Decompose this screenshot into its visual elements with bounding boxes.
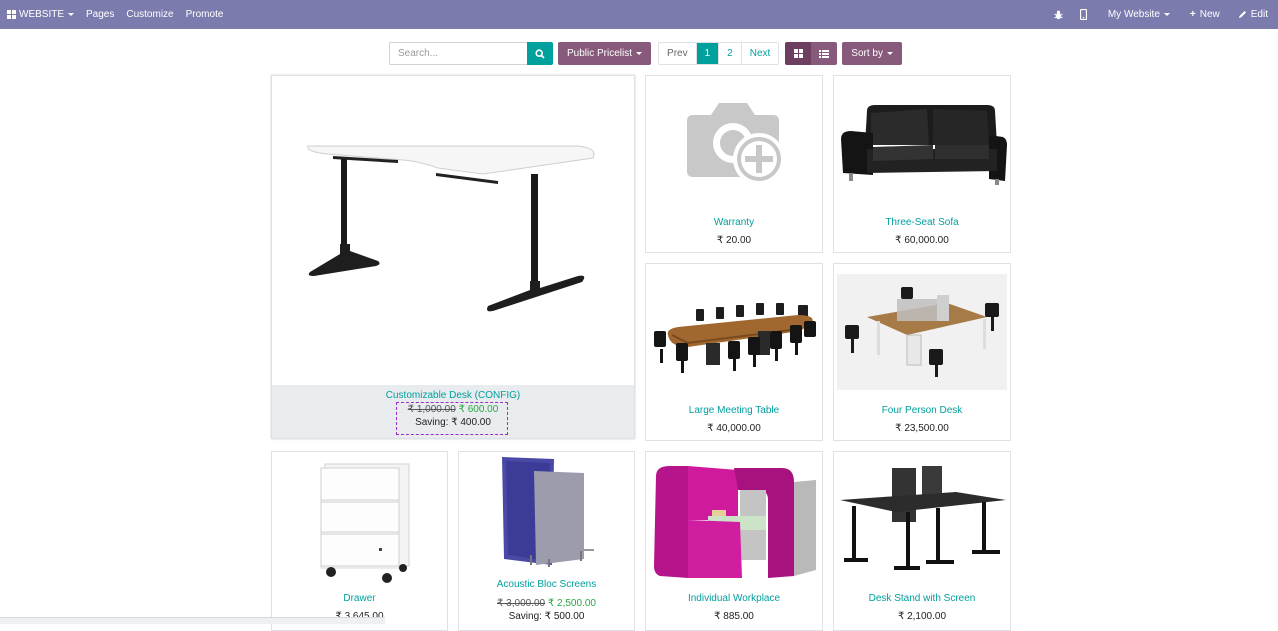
pages-menu[interactable]: Pages <box>80 0 120 29</box>
pager-prev[interactable]: Prev <box>659 43 696 64</box>
product-name[interactable]: Large Meeting Table <box>646 405 822 416</box>
chevron-down-icon <box>68 13 75 16</box>
sofa-illustration <box>841 105 1007 185</box>
desk-illustration <box>307 145 595 312</box>
customize-label: Customize <box>126 9 174 20</box>
meeting-table-image[interactable] <box>646 286 822 386</box>
desk-image[interactable] <box>272 76 634 386</box>
product-price: ₹ 1,000.00 ₹ 600.00 <box>272 404 634 415</box>
product-card[interactable]: Drawer ₹ 3,645.00 <box>271 451 448 631</box>
new-label: New <box>1199 9 1220 20</box>
chevron-down-icon <box>636 52 643 55</box>
product-price: ₹ 3,000.00 ₹ 2,500.00 <box>459 598 634 609</box>
saving-label: Saving: ₹ 500.00 <box>508 611 585 622</box>
product-name[interactable]: Drawer <box>272 593 447 604</box>
view-switcher <box>785 42 838 65</box>
product-name[interactable]: Desk Stand with Screen <box>834 593 1010 604</box>
saving-label: Saving: ₹ 400.00 <box>415 417 491 428</box>
individual-workplace-image[interactable] <box>646 460 822 584</box>
product-price: ₹ 20.00 <box>716 235 752 246</box>
product-name[interactable]: Four Person Desk <box>834 405 1010 416</box>
product-price: ₹ 40,000.00 <box>707 423 761 434</box>
product-card[interactable]: Warranty ₹ 20.00 <box>645 75 823 253</box>
shop-toolbar: Search... Public Pricelist Prev 1 2 Next… <box>389 42 902 65</box>
bug-icon <box>1054 10 1063 19</box>
pencil-icon <box>1238 11 1246 18</box>
product-name[interactable]: Warranty <box>646 217 822 228</box>
product-card[interactable]: Three-Seat Sofa ₹ 60,000.00 <box>833 75 1011 253</box>
product-price: ₹ 60,000.00 <box>895 235 949 246</box>
my-website-menu[interactable]: My Website <box>1098 0 1180 29</box>
product-info-panel: Customizable Desk (CONFIG) ₹ 1,000.00 ₹ … <box>272 385 634 438</box>
camera-plus-icon <box>687 103 785 185</box>
drawer-image[interactable] <box>272 454 447 588</box>
debug-bug-button[interactable] <box>1048 0 1069 29</box>
old-price: ₹ 3,000.00 <box>497 598 546 609</box>
list-view-button[interactable] <box>811 42 838 65</box>
camera-placeholder-icon[interactable] <box>646 90 822 200</box>
promote-label: Promote <box>185 9 224 20</box>
pricelist-label: Public Pricelist <box>567 48 633 59</box>
product-name[interactable]: Customizable Desk (CONFIG) <box>272 390 634 401</box>
individual-workplace-illustration <box>654 466 816 578</box>
promote-menu[interactable]: Promote <box>180 0 230 29</box>
website-label: WEBSITE <box>19 9 65 20</box>
product-card[interactable]: Acoustic Bloc Screens ₹ 3,000.00 ₹ 2,500… <box>458 451 635 631</box>
product-card[interactable]: Desk Stand with Screen ₹ 2,100.00 <box>833 451 1011 631</box>
sort-label: Sort by <box>851 48 883 59</box>
mobile-preview-button[interactable] <box>1069 0 1098 29</box>
four-person-desk-illustration <box>845 287 999 377</box>
grid-view-icon <box>793 49 803 58</box>
product-card[interactable]: Customizable Desk (CONFIG) ₹ 1,000.00 ₹ … <box>271 75 635 439</box>
new-button[interactable]: + New <box>1180 0 1230 29</box>
my-website-label: My Website <box>1107 9 1160 20</box>
desk-stand-illustration <box>840 466 1006 570</box>
edit-button[interactable]: Edit <box>1230 0 1276 29</box>
old-price: ₹ 1,000.00 <box>407 404 456 415</box>
meeting-table-illustration <box>654 303 816 373</box>
product-name[interactable]: Three-Seat Sofa <box>834 217 1010 228</box>
edit-label: Edit <box>1250 9 1268 20</box>
sale-price: ₹ 600.00 <box>458 404 499 415</box>
product-price: ₹ 2,100.00 <box>897 611 947 622</box>
acoustic-screens-illustration <box>501 457 594 567</box>
product-name[interactable]: Acoustic Bloc Screens <box>459 579 634 590</box>
search-placeholder: Search... <box>398 48 439 59</box>
pricelist-dropdown[interactable]: Public Pricelist <box>558 42 652 65</box>
grid-view-button[interactable] <box>785 42 812 65</box>
list-view-icon <box>819 49 830 58</box>
acoustic-screens-image[interactable] <box>459 454 634 572</box>
sale-price: ₹ 2,500.00 <box>547 598 596 609</box>
product-card[interactable]: Large Meeting Table ₹ 40,000.00 <box>645 263 823 441</box>
drawer-illustration <box>320 463 409 583</box>
product-price: ₹ 23,500.00 <box>895 423 949 434</box>
apps-grid-icon <box>7 10 16 19</box>
product-card[interactable]: Four Person Desk ₹ 23,500.00 <box>833 263 1011 441</box>
product-name[interactable]: Individual Workplace <box>646 593 822 604</box>
product-price: ₹ 885.00 <box>714 611 754 622</box>
customize-menu[interactable]: Customize <box>120 0 179 29</box>
plus-icon: + <box>1189 9 1196 20</box>
chevron-down-icon <box>886 52 893 55</box>
product-card[interactable]: Individual Workplace ₹ 885.00 <box>645 451 823 631</box>
search-icon <box>535 48 545 59</box>
website-menu[interactable]: WEBSITE <box>1 0 80 29</box>
four-person-desk-image[interactable] <box>837 274 1007 390</box>
pager-page-2[interactable]: 2 <box>718 43 741 64</box>
website-editor-bar: WEBSITE Pages Customize Promote My Websi… <box>0 0 1278 29</box>
sofa-image[interactable] <box>834 94 1010 194</box>
chevron-down-icon <box>1163 13 1170 16</box>
sort-dropdown[interactable]: Sort by <box>842 42 902 65</box>
pages-label: Pages <box>86 9 115 20</box>
search-button[interactable] <box>527 42 553 65</box>
pager-next[interactable]: Next <box>740 43 779 64</box>
mobile-icon <box>1079 9 1087 20</box>
loading-status-bar <box>0 617 385 624</box>
desk-stand-image[interactable] <box>834 460 1010 584</box>
pagination: Prev 1 2 Next <box>658 42 780 65</box>
pager-page-1[interactable]: 1 <box>695 43 719 64</box>
search-input[interactable]: Search... <box>389 42 527 65</box>
